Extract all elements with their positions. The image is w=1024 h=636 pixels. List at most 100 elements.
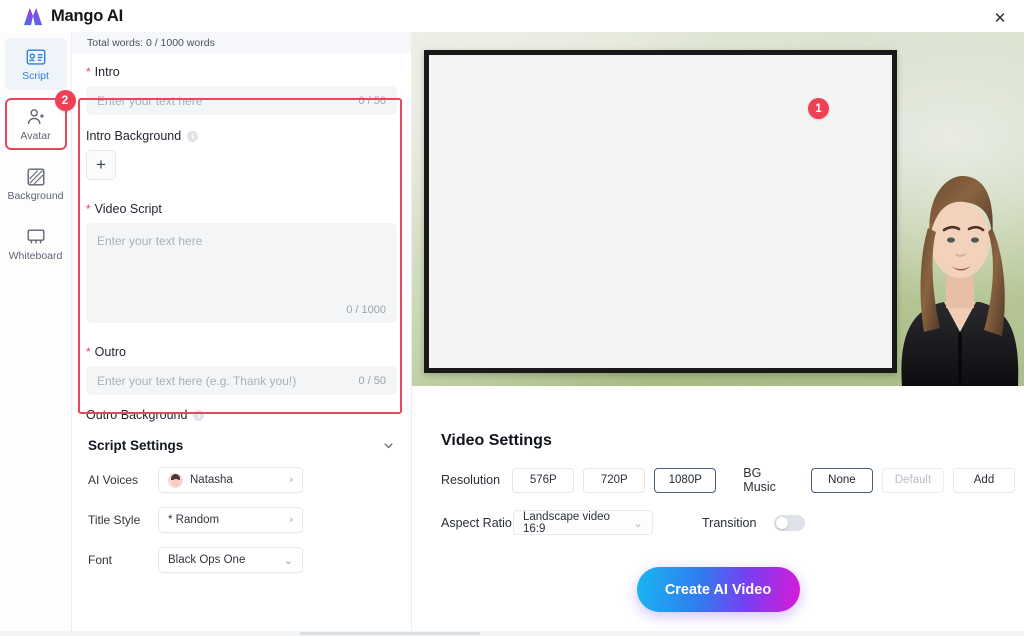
outro-counter: 0 / 50 (358, 375, 386, 387)
required-marker: * (86, 66, 91, 78)
resolution-option-576p[interactable]: 576P (512, 468, 574, 493)
preview-and-settings: 1 Video Settings Resolution 576P 720P 10… (412, 32, 1024, 636)
info-icon[interactable]: i (187, 131, 198, 142)
sidebar-item-label: Background (7, 191, 63, 202)
chevron-down-icon: ⌄ (633, 516, 643, 530)
sidebar-item-label: Whiteboard (9, 251, 63, 262)
sidebar-item-avatar[interactable]: 2 Avatar (5, 98, 67, 150)
script-editor-panel: Total words: 0 / 1000 words * Intro Ente… (72, 32, 412, 636)
outro-background-group: Outro Background i (72, 408, 411, 422)
presenter-avatar (864, 136, 1024, 386)
cta-container: Create AI Video (412, 567, 1024, 612)
transition-label: Transition (702, 516, 756, 530)
mango-logo-icon (22, 6, 44, 26)
chevron-right-icon: › (289, 514, 293, 526)
whiteboard-easel-icon (25, 226, 47, 248)
close-icon[interactable]: ✕ (988, 6, 1012, 30)
voice-avatar (168, 473, 183, 488)
transition-toggle[interactable] (774, 515, 805, 531)
sidebar-item-whiteboard[interactable]: Whiteboard (5, 218, 67, 270)
intro-background-label-text: Intro Background (86, 129, 181, 143)
chevron-down-icon[interactable] (382, 439, 395, 452)
intro-field-group: * Intro Enter your text here 0 / 50 (72, 65, 411, 115)
video-settings-panel: Video Settings Resolution 576P 720P 1080… (412, 386, 1024, 636)
aspect-ratio-value: Landscape video 16:9 (523, 511, 633, 535)
brand-name: Mango AI (51, 7, 123, 26)
title-style-picker[interactable]: * Random › (158, 507, 303, 533)
outro-input[interactable]: Enter your text here (e.g. Thank you!) 0… (86, 366, 397, 395)
intro-background-group: Intro Background i + (72, 129, 411, 180)
app-header: Mango AI ✕ (0, 0, 1024, 32)
script-settings-header[interactable]: Script Settings (72, 438, 411, 453)
sidebar-item-label: Script (22, 71, 49, 82)
video-script-placeholder: Enter your text here (97, 234, 202, 248)
background-hatch-icon (25, 166, 47, 188)
intro-background-label: Intro Background i (86, 129, 397, 143)
outro-placeholder: Enter your text here (e.g. Thank you!) (97, 374, 358, 388)
outro-label: * Outro (86, 345, 397, 359)
outro-label-text: Outro (95, 345, 126, 359)
brand-logo: Mango AI (22, 6, 123, 26)
font-label: Font (88, 553, 158, 567)
video-script-label-text: Video Script (95, 202, 162, 216)
script-settings-title: Script Settings (88, 438, 183, 453)
sidebar-item-background[interactable]: Background (5, 158, 67, 210)
video-script-counter: 0 / 1000 (346, 304, 386, 316)
annotation-badge-2: 2 (55, 90, 76, 111)
aspect-ratio-label: Aspect Ratio (441, 516, 513, 530)
toggle-knob (776, 517, 788, 529)
mango-ai-window: Mango AI ✕ Script 2 (0, 0, 1024, 636)
outro-background-label: Outro Background i (86, 408, 397, 422)
sidebar-item-label: Avatar (20, 131, 50, 142)
video-script-textarea[interactable]: Enter your text here 0 / 1000 (86, 223, 397, 323)
font-value: Black Ops One (168, 554, 245, 566)
aspect-transition-row: Aspect Ratio Landscape video 16:9 ⌄ Tran… (441, 510, 1024, 535)
left-nav-sidebar: Script 2 Avatar Background (0, 32, 72, 636)
intro-placeholder: Enter your text here (97, 94, 358, 108)
video-settings-title: Video Settings (441, 432, 1024, 450)
video-script-label: * Video Script (86, 202, 397, 216)
bg-music-option-default: Default (882, 468, 944, 493)
resolution-option-1080p[interactable]: 1080P (654, 468, 716, 493)
resolution-label: Resolution (441, 473, 512, 487)
info-icon[interactable]: i (193, 410, 204, 421)
create-ai-video-button[interactable]: Create AI Video (637, 567, 800, 612)
whiteboard-frame (424, 50, 897, 373)
avatar-person-icon (25, 106, 47, 128)
intro-label-text: Intro (95, 65, 120, 79)
required-marker: * (86, 203, 91, 215)
ai-voices-row: AI Voices Natasha › (72, 467, 411, 493)
scrollbar-thumb[interactable] (300, 632, 480, 635)
bg-music-option-add[interactable]: Add (953, 468, 1015, 493)
bg-music-label: BG Music (743, 466, 797, 494)
add-intro-background-button[interactable]: + (86, 150, 116, 180)
intro-input[interactable]: Enter your text here 0 / 50 (86, 86, 397, 115)
font-row: Font Black Ops One ⌄ (72, 547, 411, 573)
script-card-icon (25, 46, 47, 68)
font-dropdown[interactable]: Black Ops One ⌄ (158, 547, 303, 573)
bg-music-option-none[interactable]: None (811, 468, 873, 493)
outro-field-group: * Outro Enter your text here (e.g. Thank… (72, 345, 411, 395)
aspect-ratio-dropdown[interactable]: Landscape video 16:9 ⌄ (513, 510, 653, 535)
title-style-row: Title Style * Random › (72, 507, 411, 533)
annotation-badge-1: 1 (808, 98, 829, 119)
total-words-text: Total words: 0 / 1000 words (87, 37, 215, 49)
resolution-option-720p[interactable]: 720P (583, 468, 645, 493)
outro-background-label-text: Outro Background (86, 408, 187, 422)
sidebar-item-script[interactable]: Script (5, 38, 67, 90)
required-marker: * (86, 346, 91, 358)
horizontal-scrollbar[interactable] (0, 631, 1024, 636)
editor-scroll-area: * Intro Enter your text here 0 / 50 Intr… (72, 65, 411, 636)
total-words-bar: Total words: 0 / 1000 words (72, 32, 411, 53)
intro-counter: 0 / 50 (358, 95, 386, 107)
video-script-group: * Video Script Enter your text here 0 / … (72, 202, 411, 323)
ai-voices-value: Natasha (190, 474, 233, 486)
video-preview[interactable] (412, 32, 1024, 386)
chevron-right-icon: › (289, 474, 293, 486)
title-style-label: Title Style (88, 513, 158, 527)
ai-voices-label: AI Voices (88, 473, 158, 487)
resolution-bgmusic-row: Resolution 576P 720P 1080P BG Music None… (441, 466, 1024, 494)
title-style-value: * Random (168, 514, 219, 526)
ai-voices-picker[interactable]: Natasha › (158, 467, 303, 493)
window-body: Script 2 Avatar Background (0, 32, 1024, 636)
